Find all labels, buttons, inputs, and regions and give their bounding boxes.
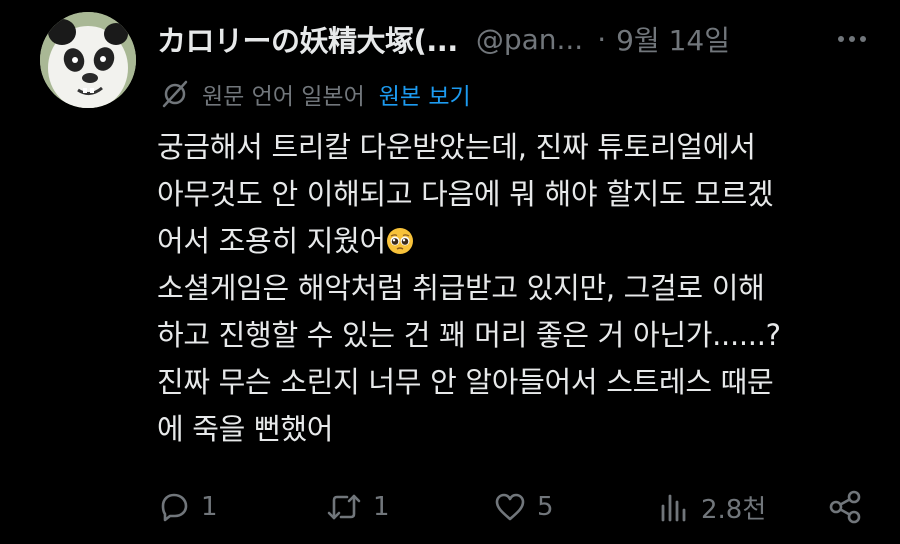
user-handle[interactable]: @pan... bbox=[476, 23, 583, 56]
more-dot bbox=[849, 36, 855, 42]
action-bar: 1 1 5 2.8천 bbox=[157, 482, 863, 532]
views-bar-icon bbox=[661, 494, 686, 522]
translate-slash-icon bbox=[162, 80, 188, 108]
body-line: 에 죽을 뻔했어 bbox=[157, 412, 334, 446]
more-dot bbox=[860, 36, 866, 42]
like-count: 5 bbox=[537, 492, 554, 522]
separator-dot: · bbox=[597, 22, 607, 56]
share-icon bbox=[829, 490, 861, 524]
repost-count: 1 bbox=[373, 492, 390, 522]
more-horizontal-icon bbox=[838, 36, 844, 42]
body-line: 궁금해서 트리칼 다운받았는데, 진짜 튜토리얼에서 bbox=[157, 130, 756, 164]
body-line: 소셜게임은 해악처럼 취급받고 있지만, 그걸로 이해 bbox=[157, 271, 765, 305]
like-button[interactable]: 5 bbox=[493, 490, 554, 524]
reply-icon bbox=[161, 493, 188, 522]
display-name[interactable]: カロリーの妖精大塚(... bbox=[157, 18, 458, 60]
heart-icon bbox=[495, 493, 525, 521]
share-button[interactable] bbox=[827, 489, 863, 525]
post-date[interactable]: 9월 14일 bbox=[616, 19, 730, 59]
body-line: 아무것도 안 이해되고 다음에 뭐 해야 할지도 모르겠 bbox=[157, 177, 774, 211]
post-body: 궁금해서 트리칼 다운받았는데, 진짜 튜토리얼에서 아무것도 안 이해되고 다… bbox=[157, 124, 877, 453]
body-line-text: 어서 조용히 지웠어 bbox=[157, 224, 386, 258]
panda-avatar bbox=[40, 12, 136, 108]
repost-button[interactable]: 1 bbox=[325, 490, 390, 524]
repost-icon bbox=[327, 494, 361, 520]
translation-label: 원문 언어 일본어 bbox=[202, 84, 365, 110]
pleading-face-emoji bbox=[386, 228, 413, 254]
body-line: 진짜 무슨 소린지 너무 안 알아들어서 스트레스 때문 bbox=[157, 365, 774, 399]
translation-row: 원문 언어 일본어 원본 보기 bbox=[160, 76, 471, 112]
reply-count: 1 bbox=[201, 492, 218, 522]
body-line: 하고 진행할 수 있는 건 꽤 머리 좋은 거 아닌가......? bbox=[157, 318, 781, 352]
more-options-button[interactable] bbox=[834, 30, 870, 48]
reply-button[interactable]: 1 bbox=[157, 490, 218, 524]
avatar[interactable] bbox=[40, 12, 136, 108]
views-button[interactable]: 2.8천 bbox=[657, 489, 766, 526]
post-header: カロリーの妖精大塚(... @pan... · 9월 14일 bbox=[157, 14, 870, 64]
show-original-link[interactable]: 원본 보기 bbox=[379, 77, 471, 111]
views-count: 2.8천 bbox=[701, 494, 767, 525]
body-line-with-emoji: 어서 조용히 지웠어 bbox=[157, 218, 877, 265]
